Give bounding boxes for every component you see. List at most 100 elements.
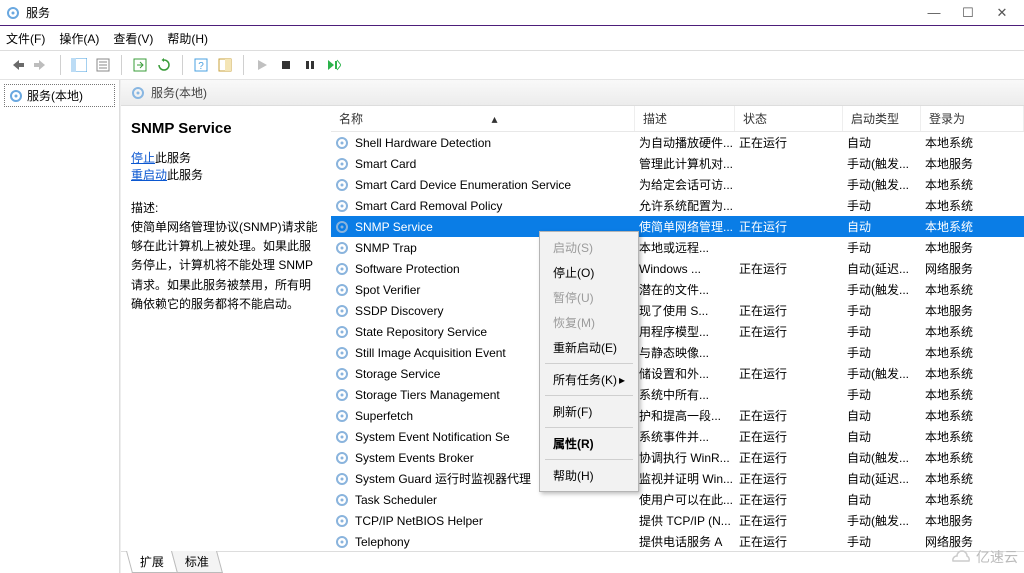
menu-view[interactable]: 查看(V) (113, 30, 153, 47)
column-logon-as[interactable]: 登录为 (921, 106, 1024, 131)
cell-startup-type: 手动(触发... (843, 176, 921, 193)
table-row[interactable]: System Events Broker协调执行 WinR...正在运行自动(触… (331, 447, 1024, 468)
details-header: 服务(本地) (121, 80, 1024, 106)
tree-node-label: 服务(本地) (27, 87, 83, 104)
start-service-button[interactable] (251, 54, 273, 76)
context-menu: 启动(S)停止(O)暂停(U)恢复(M)重新启动(E)所有任务(K)▸刷新(F)… (539, 231, 639, 492)
cell-logon-as: 本地服务 (921, 239, 1024, 256)
table-row[interactable]: Still Image Acquisition Event与静态映像...手动本… (331, 342, 1024, 363)
window-title: 服务 (26, 4, 916, 21)
properties-button[interactable] (92, 54, 114, 76)
cell-description: 使用户可以在此... (635, 491, 735, 508)
cell-description: 现了使用 S... (635, 302, 735, 319)
description-label: 描述: (131, 199, 321, 216)
context-menu-item[interactable]: 重新启动(E) (543, 335, 635, 360)
menu-file[interactable]: 文件(F) (6, 30, 45, 47)
table-row[interactable]: Smart Card Removal Policy允许系统配置为...手动本地系… (331, 195, 1024, 216)
table-row[interactable]: Superfetch护和提高一段...正在运行自动本地系统 (331, 405, 1024, 426)
context-menu-item[interactable]: 刷新(F) (543, 399, 635, 424)
pause-service-button[interactable] (299, 54, 321, 76)
table-row[interactable]: SNMP Service使简单网络管理...正在运行自动本地系统 (331, 216, 1024, 237)
column-startup-type[interactable]: 启动类型 (843, 106, 921, 131)
cell-description: 监视并证明 Win... (635, 470, 735, 487)
table-row[interactable]: Task Scheduler使用户可以在此...正在运行自动本地系统 (331, 489, 1024, 510)
table-row[interactable]: Shell Hardware Detection为自动播放硬件...正在运行自动… (331, 132, 1024, 153)
gear-icon (335, 472, 349, 486)
chevron-right-icon: ▸ (619, 373, 625, 387)
title-bar: 服务 — ☐ ✕ (0, 0, 1024, 26)
table-row[interactable]: System Guard 运行时监视器代理监视并证明 Win...正在运行自动(… (331, 468, 1024, 489)
table-row[interactable]: SNMP Trap本地或远程...手动本地服务 (331, 237, 1024, 258)
context-menu-item[interactable]: 属性(R) (543, 431, 635, 456)
cell-startup-type: 手动(触发... (843, 281, 921, 298)
table-row[interactable]: Storage Tiers Management系统中所有...手动本地系统 (331, 384, 1024, 405)
cell-logon-as: 本地系统 (921, 386, 1024, 403)
context-menu-item[interactable]: 所有任务(K)▸ (543, 367, 635, 392)
context-menu-item[interactable]: 帮助(H) (543, 463, 635, 488)
cell-logon-as: 本地系统 (921, 197, 1024, 214)
cell-logon-as: 本地服务 (921, 302, 1024, 319)
show-hide-tree-button[interactable] (68, 54, 90, 76)
gear-icon (335, 367, 349, 381)
context-menu-item[interactable]: 停止(O) (543, 260, 635, 285)
cell-description: 提供 TCP/IP (N... (635, 512, 735, 529)
column-description[interactable]: 描述 (635, 106, 735, 131)
cell-startup-type: 自动(延迟... (843, 470, 921, 487)
table-row[interactable]: Smart Card Device Enumeration Service为给定… (331, 174, 1024, 195)
cell-status: 正在运行 (735, 491, 843, 508)
cell-description: 本地或远程... (635, 239, 735, 256)
tab-extended[interactable]: 扩展 (126, 551, 178, 573)
table-row[interactable]: System Event Notification Se系统事件并...正在运行… (331, 426, 1024, 447)
cell-startup-type: 自动 (843, 218, 921, 235)
cell-logon-as: 本地系统 (921, 449, 1024, 466)
stop-service-link[interactable]: 停止 (131, 151, 155, 165)
cell-status: 正在运行 (735, 260, 843, 277)
table-row[interactable]: Smart Card管理此计算机对...手动(触发...本地服务 (331, 153, 1024, 174)
gear-icon (335, 451, 349, 465)
forward-button[interactable] (31, 54, 53, 76)
cell-startup-type: 手动(触发... (843, 155, 921, 172)
gear-icon (335, 157, 349, 171)
gear-icon (335, 388, 349, 402)
cell-logon-as: 本地系统 (921, 407, 1024, 424)
back-button[interactable] (7, 54, 29, 76)
tab-standard[interactable]: 标准 (171, 551, 223, 573)
gear-icon (335, 262, 349, 276)
export-button[interactable] (129, 54, 151, 76)
table-row[interactable]: Telephony提供电话服务 A正在运行手动网络服务 (331, 531, 1024, 551)
gear-icon (335, 283, 349, 297)
tree-pane: 服务(本地) (0, 80, 120, 573)
help-button[interactable]: ? (190, 54, 212, 76)
column-status[interactable]: 状态 (735, 106, 843, 131)
details-header-label: 服务(本地) (151, 84, 207, 101)
menu-help[interactable]: 帮助(H) (167, 30, 208, 47)
filter-button[interactable] (214, 54, 236, 76)
minimize-button[interactable]: — (918, 3, 950, 23)
tree-node-services-local[interactable]: 服务(本地) (4, 84, 115, 107)
cell-logon-as: 本地系统 (921, 365, 1024, 382)
services-table: 名称▴ 描述 状态 启动类型 登录为 Shell Hardware Detect… (331, 106, 1024, 551)
table-row[interactable]: Storage Service储设置和外...正在运行手动(触发...本地系统 (331, 363, 1024, 384)
table-row[interactable]: TCP/IP NetBIOS Helper提供 TCP/IP (N...正在运行… (331, 510, 1024, 531)
close-button[interactable]: ✕ (986, 3, 1018, 23)
restart-service-link[interactable]: 重启动 (131, 168, 167, 182)
table-row[interactable]: Spot Verifier潜在的文件...手动(触发...本地系统 (331, 279, 1024, 300)
refresh-button[interactable] (153, 54, 175, 76)
gear-icon (335, 514, 349, 528)
gear-icon (335, 325, 349, 339)
table-row[interactable]: SSDP Discovery现了使用 S...正在运行手动本地服务 (331, 300, 1024, 321)
cell-description: 储设置和外... (635, 365, 735, 382)
stop-service-button[interactable] (275, 54, 297, 76)
cell-description: 护和提高一段... (635, 407, 735, 424)
restart-service-button[interactable] (323, 54, 345, 76)
column-name[interactable]: 名称▴ (331, 106, 635, 131)
cell-startup-type: 手动 (843, 344, 921, 361)
cell-startup-type: 自动(触发... (843, 449, 921, 466)
toolbar: ? (0, 50, 1024, 80)
maximize-button[interactable]: ☐ (952, 3, 984, 23)
table-row[interactable]: State Repository Service用程序模型...正在运行手动本地… (331, 321, 1024, 342)
menu-action[interactable]: 操作(A) (59, 30, 99, 47)
cell-logon-as: 本地系统 (921, 428, 1024, 445)
table-row[interactable]: Software ProtectionWindows ...正在运行自动(延迟.… (331, 258, 1024, 279)
gear-icon (335, 493, 349, 507)
